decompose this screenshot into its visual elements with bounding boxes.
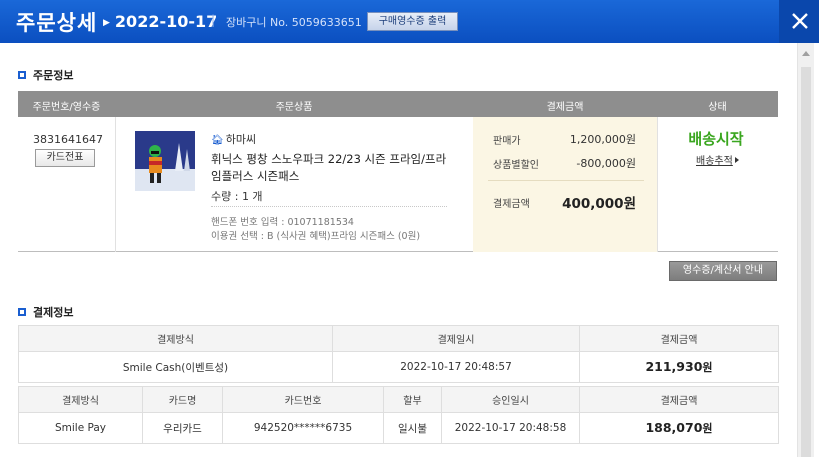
cell-amount: 211,930원 (579, 351, 779, 383)
order-info-title: 주문정보 (18, 67, 73, 83)
divider (657, 117, 658, 252)
th-card-no: 카드번호 (222, 386, 384, 413)
cell-datetime: 2022-10-17 20:48:57 (332, 351, 580, 383)
th-amount: 결제금액 (579, 325, 779, 352)
divider (115, 117, 116, 252)
tracking-text: 배송추적 (696, 156, 733, 167)
col-product: 주문상품 (275, 102, 313, 113)
table-row: Smile Pay 우리카드 942520******6735 일시불 2022… (18, 412, 779, 444)
print-receipt-button[interactable]: 구매영수증 출력 (367, 12, 458, 31)
scroll-up-arrow-icon[interactable] (802, 51, 810, 56)
order-date: ▶ 2022-10-17 (103, 12, 217, 31)
payment-info-title: 결제정보 (18, 304, 73, 320)
receipt-info-button[interactable]: 영수증/계산서 안내 (669, 261, 777, 281)
table-row: Smile Cash(이벤트성) 2022-10-17 20:48:57 211… (18, 351, 779, 383)
order-row: 3831641647 카드전표 🏠︎ 하마씨 휘닉스 평창 스노우파크 22/23… (18, 117, 778, 252)
th-card-name: 카드명 (142, 386, 223, 413)
chevron-right-icon (734, 157, 739, 163)
col-status: 상태 (708, 102, 727, 113)
order-table-header: 주문번호/영수증 주문상품 결제금액 상태 (18, 91, 778, 117)
paid-label: 결제금액 (493, 199, 530, 210)
cell-method: Smile Pay (18, 412, 143, 444)
cell-card-no: 942520******6735 (222, 412, 384, 444)
col-order-no: 주문번호/영수증 (32, 102, 101, 113)
cell-card-name: 우리카드 (142, 412, 223, 444)
cell-installment: 일시불 (383, 412, 442, 444)
price-label: 판매가 (493, 136, 521, 147)
arrow-right-icon: ▶ (103, 17, 110, 28)
dotted-divider (211, 206, 447, 207)
cart-number: 장바구니 No. 5059633651 (226, 16, 362, 29)
amount-unit: 원 (702, 422, 713, 435)
option-voucher: 이용권 선택 : B (식사권 혜택)프라임 시즌패스 (0원) (211, 231, 421, 242)
payment-info-title-text: 결제정보 (33, 306, 74, 319)
th-datetime: 결제일시 (332, 325, 580, 352)
seller-name: 하마씨 (225, 133, 257, 146)
cell-method: Smile Cash(이벤트성) (18, 351, 333, 383)
option-phone: 핸드폰 번호 입력 : 01071181534 (211, 217, 354, 228)
section-bullet-icon (18, 308, 26, 316)
payment-table-cash: 결제방식 결제일시 결제금액 Smile Cash(이벤트성) 2022-10-… (18, 325, 779, 383)
th-method: 결제방식 (18, 325, 333, 352)
amount-number: 188,070 (645, 420, 703, 435)
close-button[interactable] (779, 0, 819, 43)
th-amount: 결제금액 (579, 386, 779, 413)
paid-value: 400,000원 (562, 196, 636, 212)
cell-approved: 2022-10-17 20:48:58 (441, 412, 580, 444)
th-method: 결제방식 (18, 386, 143, 413)
product-name[interactable]: 휘닉스 평창 스노우파크 22/23 시즌 프라임/프라임플러스 시즌패스 (211, 151, 447, 185)
th-installment: 할부 (383, 386, 442, 413)
window-edge (814, 43, 819, 457)
section-bullet-icon (18, 71, 26, 79)
vertical-scrollbar[interactable] (797, 43, 814, 457)
price-divider (488, 180, 644, 181)
close-icon (792, 13, 808, 29)
home-icon: 🏠︎ (211, 135, 224, 146)
th-approved: 승인일시 (441, 386, 580, 413)
cell-amount: 188,070원 (579, 412, 779, 444)
order-date-text: 2022-10-17 (114, 12, 218, 31)
snowboarder-image (135, 131, 195, 191)
scrollbar-thumb[interactable] (801, 67, 811, 457)
quantity: 수량 : 1 개 (211, 190, 263, 203)
amount-number: 211,930 (645, 359, 703, 374)
card-slip-button[interactable]: 카드전표 (35, 149, 95, 167)
status-badge: 배송시작 (688, 130, 744, 148)
page-title: 주문상세 (16, 11, 98, 35)
order-number: 3831641647 (33, 133, 103, 146)
col-amount: 결제금액 (546, 102, 584, 113)
window-header: 주문상세 ▶ 2022-10-17 | 장바구니 No. 5059633651 구… (0, 0, 819, 43)
amount-unit: 원 (702, 361, 713, 374)
price-value: 1,200,000원 (569, 133, 636, 146)
payment-table-card: 결제방식 카드명 카드번호 할부 승인일시 결제금액 Smile Pay 우리카… (18, 386, 779, 444)
tracking-link[interactable]: 배송추적 (696, 152, 739, 167)
header-separator: | (211, 13, 216, 27)
discount-value: -800,000원 (576, 157, 636, 170)
seller-link[interactable]: 🏠︎ 하마씨 (211, 131, 256, 147)
product-thumbnail[interactable] (135, 131, 195, 191)
order-info-title-text: 주문정보 (33, 69, 74, 82)
